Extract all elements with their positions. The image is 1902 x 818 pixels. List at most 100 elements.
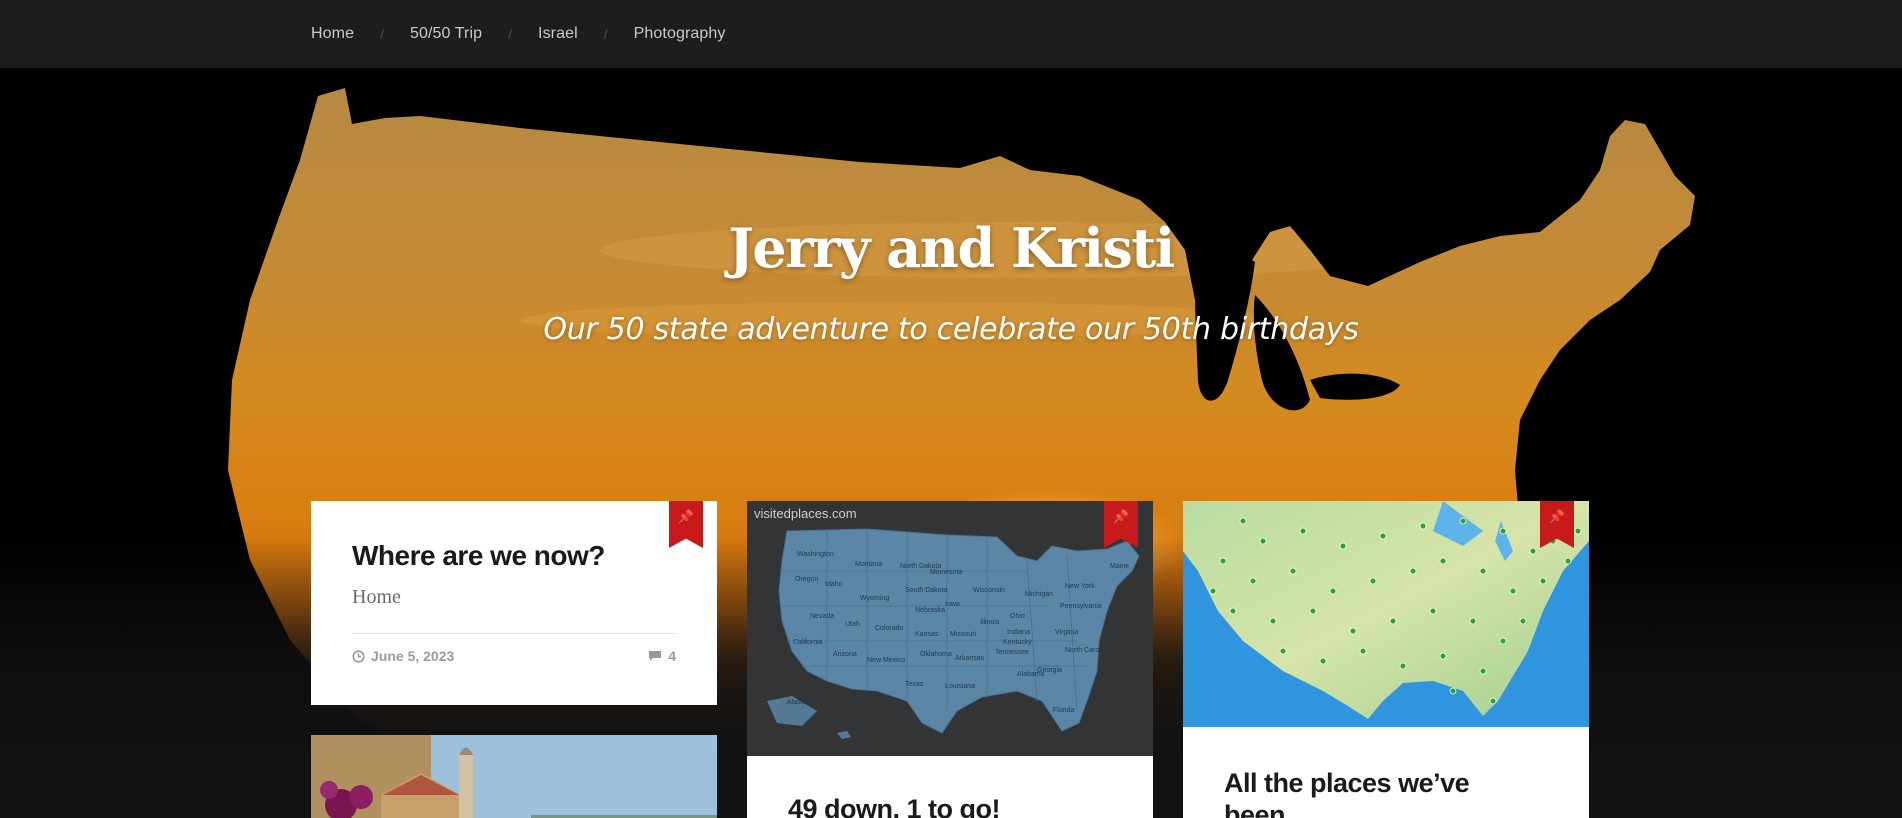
map-state-label: Oklahoma: [920, 651, 952, 658]
site-tagline: Our 50 state adventure to celebrate our …: [543, 312, 1359, 347]
map-location-pin: [1469, 617, 1477, 625]
comment-count[interactable]: 4: [668, 648, 676, 664]
map-state-label: Montana: [855, 561, 883, 568]
map-state-label: California: [793, 639, 823, 646]
map-state-label: Alaska: [787, 699, 809, 706]
clock-icon: [352, 649, 365, 663]
map-location-pin: [1479, 667, 1487, 675]
map-location-pin: [1519, 617, 1527, 625]
map-state-label: Arkansas: [955, 655, 985, 662]
map-state-label: New York: [1065, 583, 1095, 590]
map-location-pin: [1319, 657, 1327, 665]
us-states-map: [767, 528, 1140, 739]
map-state-label: Utah: [845, 621, 860, 628]
map-location-pin: [1539, 577, 1547, 585]
map-location-pin: [1509, 587, 1517, 595]
nav-separator: /: [380, 26, 384, 42]
post-title[interactable]: All the places we’ve been: [1224, 767, 1524, 818]
post-card-49-down[interactable]: visitedplaces.com Washington Oregon Idaho M…: [747, 501, 1153, 818]
map-state-label: Minnesota: [930, 569, 963, 576]
nav-item-50-50-trip: / 50/50 Trip: [354, 25, 482, 43]
map-state-label: Tennessee: [995, 649, 1029, 656]
map-state-label: Louisiana: [945, 683, 975, 690]
map-location-pin: [1409, 567, 1417, 575]
map-location-pin: [1429, 607, 1437, 615]
map-location-pin: [1219, 557, 1227, 565]
map-location-pin: [1299, 527, 1307, 535]
map-location-pin: [1564, 557, 1572, 565]
map-location-pin: [1339, 542, 1347, 550]
map-location-pin: [1349, 627, 1357, 635]
map-location-pin: [1449, 687, 1457, 695]
map-state-label: Washington: [797, 551, 834, 558]
map-location-pin: [1279, 647, 1287, 655]
map-location-pin: [1439, 557, 1447, 565]
map-location-pin: [1489, 697, 1497, 705]
nav-menu: Home / 50/50 Trip / Israel / Photography: [311, 0, 726, 68]
nav-item-home: Home: [311, 25, 354, 43]
map-location-pin: [1259, 537, 1267, 545]
comment-bubble-icon: [649, 651, 662, 661]
map-location-pin: [1574, 527, 1582, 535]
map-state-label: Maine: [1110, 563, 1130, 570]
map-location-pin: [1399, 662, 1407, 670]
map-state-label: Michigan: [1025, 591, 1054, 598]
map-state-label: Virginia: [1055, 629, 1079, 636]
map-state-label: Kansas: [915, 631, 939, 638]
map-location-pin: [1499, 637, 1507, 645]
map-state-label: Ohio: [1010, 613, 1025, 620]
map-state-label: Texas: [905, 681, 924, 688]
map-location-pin: [1249, 577, 1257, 585]
map-location-pin: [1479, 567, 1487, 575]
map-state-label: Pennsylvania: [1060, 603, 1102, 610]
map-state-label: South Dakota: [905, 587, 948, 594]
map-state-label: Iowa: [945, 601, 960, 608]
map-state-label: Oregon: [795, 576, 819, 583]
map-location-pin: [1359, 647, 1367, 655]
map-location-pin: [1439, 652, 1447, 660]
nav-separator: /: [603, 26, 608, 42]
nav-link[interactable]: Israel: [538, 25, 578, 43]
top-navigation: Home / 50/50 Trip / Israel / Photography: [0, 0, 1902, 68]
post-card-where-are-we-now[interactable]: 📌 Where are we now? Home June 5, 2023 4: [311, 501, 717, 705]
nav-link[interactable]: Photography: [634, 25, 726, 43]
site-title[interactable]: Jerry and Kristi: [0, 216, 1902, 280]
map-state-label: Illinois: [980, 619, 1000, 626]
post-date[interactable]: June 5, 2023: [371, 648, 454, 664]
map-location-pin: [1229, 607, 1237, 615]
post-card-israel-photo[interactable]: [311, 735, 717, 818]
visitedplaces-logo: visitedplaces.com: [754, 506, 857, 521]
visitedplaces-map-image[interactable]: visitedplaces.com Washington Oregon Idaho M…: [747, 501, 1153, 756]
places-visited-map-image[interactable]: [1183, 501, 1589, 727]
map-state-label: Nebraska: [915, 607, 945, 614]
map-location-pin: [1239, 517, 1247, 525]
post-title[interactable]: Where are we now?: [352, 540, 605, 572]
map-state-label: North Carolina: [1065, 647, 1111, 654]
map-location-pin: [1269, 617, 1277, 625]
map-location-pin: [1309, 607, 1317, 615]
map-state-label: Wisconsin: [973, 587, 1005, 594]
map-state-label: Alabama: [1017, 671, 1045, 678]
nav-link[interactable]: 50/50 Trip: [410, 25, 482, 43]
post-meta: June 5, 2023 4: [352, 648, 676, 664]
map-location-pin: [1379, 532, 1387, 540]
meta-divider: [352, 633, 676, 634]
nav-item-photography: / Photography: [578, 25, 726, 43]
map-location-pin: [1529, 547, 1537, 555]
map-state-label: Colorado: [875, 625, 904, 632]
map-location-pin: [1209, 587, 1217, 595]
map-state-label: Idaho: [825, 581, 843, 588]
green-terrain-map: [1183, 501, 1589, 727]
map-state-label: Indiana: [1007, 629, 1030, 636]
map-location-pin: [1459, 517, 1467, 525]
map-location-pin: [1389, 617, 1397, 625]
post-title[interactable]: 49 down, 1 to go!: [788, 793, 1001, 818]
map-state-label: Missouri: [950, 631, 977, 638]
nav-separator: /: [508, 26, 513, 42]
post-category[interactable]: Home: [352, 586, 401, 609]
sticky-pushpin-icon: 📌: [669, 501, 703, 548]
map-state-label: Florida: [1053, 707, 1075, 714]
nav-link[interactable]: Home: [311, 25, 354, 43]
post-card-all-the-places[interactable]: 📌 All the places we’ve been: [1183, 501, 1589, 818]
map-location-pin: [1419, 522, 1427, 530]
